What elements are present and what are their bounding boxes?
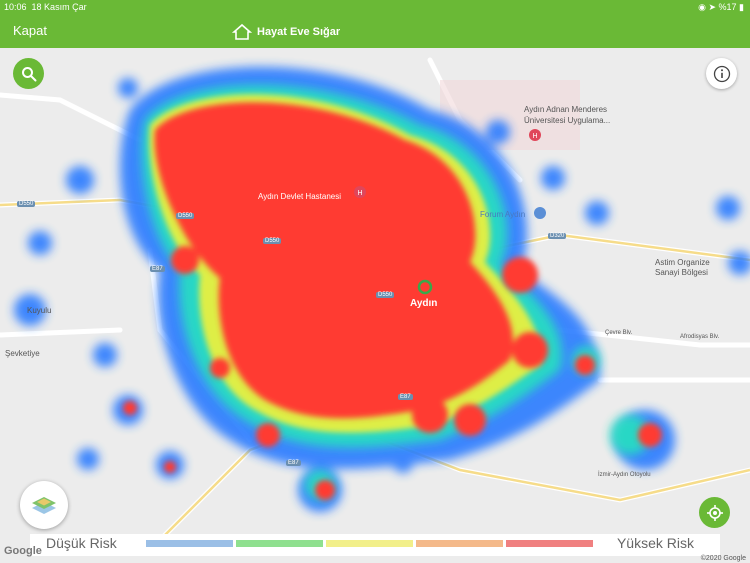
legend-segment [326, 540, 413, 547]
label-otoyolu: İzmir-Aydın Otoyolu [598, 472, 651, 478]
road-label-e87: E87 [398, 394, 413, 400]
app-logo: Hayat Eve Sığar [232, 22, 340, 42]
close-button[interactable]: Kapat [13, 23, 47, 38]
risk-legend: Düşük Risk Yüksek Risk [30, 534, 720, 556]
info-icon [713, 65, 730, 82]
label-forum: Forum Aydın [480, 210, 526, 219]
label-sevketiye: Şevketiye [5, 349, 40, 358]
road-label-e87: E87 [286, 460, 301, 466]
road-label-d550: D550 [17, 201, 36, 207]
label-asti: Astim Organize [655, 258, 710, 267]
nav-bar: Kapat Hayat Eve Sığar [0, 14, 750, 48]
house-logo-icon [232, 23, 252, 40]
hospital-pin-icon: H [529, 129, 541, 141]
legend-segment [146, 540, 233, 547]
map-canvas: H H [0, 57, 750, 543]
status-bar: 10:06 18 Kasım Çar ◉ ➤ %17 ▮ [0, 0, 750, 14]
label-cevre: Çevre Blv. [605, 330, 633, 336]
svg-text:H: H [532, 133, 537, 140]
info-button[interactable] [706, 58, 737, 89]
legend-low-label: Düşük Risk [46, 535, 117, 551]
legend-segment [506, 540, 593, 547]
map-layers-button[interactable] [20, 481, 68, 529]
legend-segment [236, 540, 323, 547]
state-hospital-pin-icon: H [354, 186, 366, 198]
label-university-2: Üniversitesi Uygulama... [524, 116, 611, 125]
label-kuyulu: Kuyulu [27, 306, 52, 315]
label-afrodisyas: Afrodisyas Blv. [680, 334, 720, 340]
search-button[interactable] [13, 58, 44, 89]
road-label-d550: D550 [263, 238, 282, 244]
google-logo: Google [4, 545, 42, 557]
road-label-e87: E87 [150, 266, 165, 272]
heatmap-layer [14, 66, 750, 512]
status-time-date: 10:06 18 Kasım Çar [4, 2, 87, 12]
app-title: Hayat Eve Sığar [257, 26, 341, 38]
road-label-d550: D550 [376, 292, 395, 298]
map-copyright: ©2020 Google [700, 555, 746, 562]
road-label-d320: D320 [548, 233, 567, 239]
heatmap-map[interactable]: H H Aydın Adnan Menderes Üniversitesi Uy… [0, 48, 750, 563]
svg-text:H: H [357, 190, 362, 197]
label-hospital: Aydın Devlet Hastanesi [258, 192, 342, 201]
legend-segment [416, 540, 503, 547]
map-layers-icon [32, 497, 56, 514]
road-label-d550: D550 [176, 213, 195, 219]
my-location-button[interactable] [699, 497, 730, 528]
legend-high-label: Yüksek Risk [616, 535, 694, 551]
search-icon [21, 66, 36, 81]
shopping-pin-icon [534, 207, 546, 219]
label-asti-2: Sanayi Bölgesi [655, 268, 708, 277]
status-battery: ◉ ➤ %17 ▮ [698, 2, 744, 12]
label-university: Aydın Adnan Menderes [524, 105, 608, 114]
location-target-icon [706, 504, 723, 521]
label-city: Aydın [410, 298, 438, 309]
